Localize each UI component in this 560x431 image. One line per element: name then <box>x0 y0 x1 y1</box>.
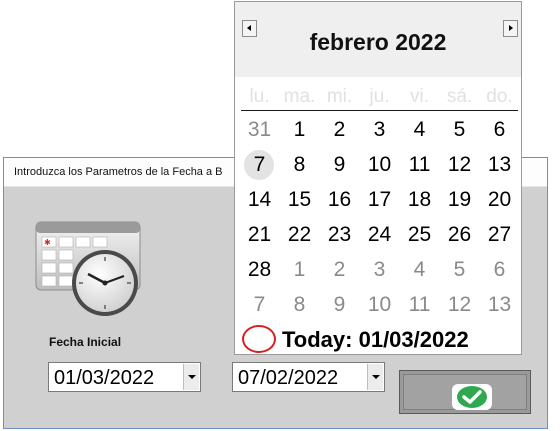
calendar-day[interactable]: 6 <box>479 253 520 286</box>
calendar-day[interactable]: 21 <box>239 218 280 251</box>
calendar-day[interactable]: 24 <box>359 218 400 251</box>
weekday-label: sá. <box>446 86 473 107</box>
calendar-day[interactable]: 4 <box>399 113 440 146</box>
calendar-day[interactable]: 11 <box>399 148 440 181</box>
calendar-day[interactable]: 19 <box>439 183 480 216</box>
today-text: Today: 01/03/2022 <box>282 327 469 352</box>
dropdown-arrow-icon[interactable] <box>183 364 199 390</box>
calendar-day[interactable]: 26 <box>439 218 480 251</box>
weekday-label: ma. <box>283 86 316 107</box>
dropdown-arrow-icon[interactable] <box>367 364 383 390</box>
calendar-day[interactable]: 6 <box>479 113 520 146</box>
calendar-day[interactable]: 13 <box>479 148 520 181</box>
calendar-month-title[interactable]: febrero 2022 <box>235 29 521 56</box>
calendar-day[interactable]: 20 <box>479 183 520 216</box>
calendar-day[interactable]: 25 <box>399 218 440 251</box>
calendar-day[interactable]: 9 <box>319 288 360 321</box>
calendar-day-selected[interactable]: 7 <box>239 148 280 181</box>
calendar-day[interactable]: 10 <box>359 288 400 321</box>
weekday-label: ju. <box>369 86 390 107</box>
calendar-clock-icon: ✱ <box>35 221 141 316</box>
calendar-day[interactable]: 1 <box>279 253 320 286</box>
arrow-right-icon[interactable] <box>503 20 518 37</box>
today-circle-icon <box>242 325 276 353</box>
weekday-header-row: lu. ma. mi. ju. vi. sá. do. <box>239 86 519 108</box>
month-calendar-popup[interactable]: febrero 2022 lu. ma. mi. ju. vi. sá. do. 31 1 2 3… <box>234 1 522 355</box>
weekday-label: vi. <box>410 86 429 107</box>
end-date-value: 07/02/2022 <box>238 367 339 389</box>
weekday-label: lu. <box>249 86 270 107</box>
calendar-day[interactable]: 16 <box>319 183 360 216</box>
accept-button[interactable] <box>399 370 531 414</box>
calendar-day[interactable]: 13 <box>479 288 520 321</box>
calendar-day[interactable]: 3 <box>359 113 400 146</box>
calendar-day[interactable]: 22 <box>279 218 320 251</box>
calendar-day[interactable]: 11 <box>399 288 440 321</box>
calendar-day[interactable]: 17 <box>359 183 400 216</box>
calendar-day[interactable]: 8 <box>279 148 320 181</box>
weekday-label: do. <box>486 86 513 107</box>
calendar-day[interactable]: 9 <box>319 148 360 181</box>
start-date-value: 01/03/2022 <box>54 367 155 389</box>
calendar-header: febrero 2022 <box>235 2 521 77</box>
dialog-title: Introduzca los Parametros de la Fecha a … <box>14 166 223 178</box>
calendar-day[interactable]: 5 <box>439 113 480 146</box>
calendar-day[interactable]: 3 <box>359 253 400 286</box>
calendar-day[interactable]: 28 <box>239 253 280 286</box>
weekday-divider <box>241 110 518 111</box>
start-date-picker[interactable]: 01/03/2022 <box>48 362 201 392</box>
calendar-day[interactable]: 7 <box>239 288 280 321</box>
svg-text:✱: ✱ <box>44 238 51 247</box>
calendar-day[interactable]: 8 <box>279 288 320 321</box>
calendar-day[interactable]: 4 <box>399 253 440 286</box>
calendar-day[interactable]: 2 <box>319 113 360 146</box>
calendar-day[interactable]: 18 <box>399 183 440 216</box>
calendar-day[interactable]: 12 <box>439 288 480 321</box>
weekday-label: mi. <box>326 86 353 107</box>
end-date-picker[interactable]: 07/02/2022 <box>232 362 385 392</box>
calendar-day[interactable]: 15 <box>279 183 320 216</box>
calendar-day[interactable]: 5 <box>439 253 480 286</box>
calendar-days-grid: 31 1 2 3 4 5 6 7 8 9 10 11 12 13 14 15 16 17 18 19 20 21 22 23 2… <box>239 113 519 323</box>
calendar-day[interactable]: 2 <box>319 253 360 286</box>
today-link[interactable]: Today: 01/03/2022 <box>241 325 519 353</box>
calendar-day[interactable]: 14 <box>239 183 280 216</box>
calendar-day[interactable]: 12 <box>439 148 480 181</box>
check-icon <box>452 384 492 410</box>
calendar-day[interactable]: 10 <box>359 148 400 181</box>
calendar-day[interactable]: 27 <box>479 218 520 251</box>
accept-button-face <box>403 374 527 410</box>
calendar-day[interactable]: 23 <box>319 218 360 251</box>
calendar-day[interactable]: 31 <box>239 113 280 146</box>
start-date-label: Fecha Inicial <box>49 335 122 349</box>
calendar-day[interactable]: 1 <box>279 113 320 146</box>
